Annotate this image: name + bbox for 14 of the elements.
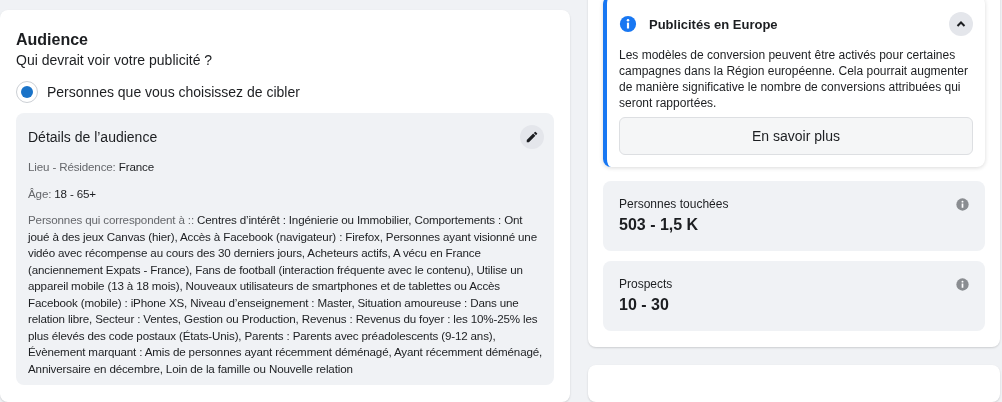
estimate-label: Prospects [619, 277, 673, 291]
detail-text: Lieu - Résidence: France [28, 159, 155, 175]
estimate-value: 503 - 1,5 K [619, 216, 700, 234]
section-title: Audience [16, 31, 89, 49]
details-title: Détails de l’audience [28, 129, 158, 145]
notice-text: Les modèles de conversion peuvent être activés pour certaines campagnes dans la Région européenne. Cela pourrait augmenter de manière significative le nombre de conversions attribuées qui seront rapportées. [619, 47, 969, 111]
estimate-label: Personnes touchées [619, 197, 729, 211]
section-subtitle: Qui devrait voir votre publicité ? [16, 52, 214, 68]
option-label[interactable]: Personnes que vous choisissez de cibler [47, 84, 300, 100]
detail-text: Âge: 18 - 65+ [28, 185, 97, 202]
learn-more-button[interactable]: En savoir plus [619, 117, 973, 155]
detail-text: Personnes qui correspondent à :: Centres d’intérêt : Ingénierie ou Immobilier, Comportements : Ont joué à des jeux Canvas (hier), Accès à Facebook (navigateur) : Firefox, Personnes ayant visionné une vidéo avec récompense au cours des 30 derniers jours, Acheteurs actifs, A vécu en France (anciennement Expats - France), Fans de football (interaction fréquente avec le contenu), Utilise un appareil mobile (13 à 18 mois), Nouveaux utilisateurs de smartphones et de tablettes ou Accès Facebook (mobile) : iPhone XS, Niveau d’enseignement : Master, Situation amoureuse : Dans une relation libre, Secteur : Ventes, Gestion ou Production, Revenus : Revenus du foyer : les 10%-25% les plus élevés des code postaux (États-Unis), Parents : Parents avec préadolescents (9-12 ans), Évènement marquant : Amis de personnes ayant récemment déménagé, Ayant récemment déménagé, Anniversaire en décembre, Loin de la famille ou Nouvelle relation [28, 212, 544, 377]
notice-title: Publicités en Europe [649, 16, 779, 32]
estimate-value: 10 - 30 [619, 296, 670, 314]
